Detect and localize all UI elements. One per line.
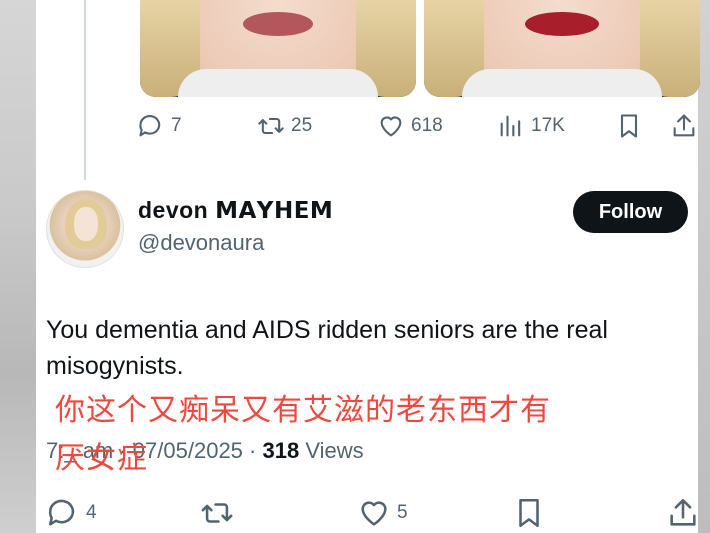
like-count: 618 <box>411 115 443 136</box>
bookmark-button[interactable] <box>615 112 643 140</box>
media-image-2[interactable] <box>424 0 700 97</box>
retweet-icon <box>201 503 233 523</box>
heart-icon <box>380 116 402 137</box>
views-button[interactable]: 17K <box>497 112 565 140</box>
previous-tweet-action-bar: 7 25 618 17K <box>0 108 710 148</box>
view-count: 17K <box>531 115 565 136</box>
reply-icon <box>48 499 75 526</box>
user-handle[interactable]: @devonaura <box>138 230 264 256</box>
translation-caption-line-1: 你这个又痴呆又有艾滋的老东西才有 <box>55 393 551 428</box>
share-icon <box>670 498 696 526</box>
share-button[interactable] <box>670 112 698 140</box>
share-button[interactable] <box>666 496 700 530</box>
blurred-background-left <box>0 0 38 533</box>
lips-shape <box>243 12 313 36</box>
bookmark-button[interactable] <box>512 496 546 530</box>
heart-icon <box>361 501 387 526</box>
media-image-1[interactable] <box>140 0 416 97</box>
retweet-button[interactable] <box>200 496 234 530</box>
retweet-icon <box>258 117 284 135</box>
reply-count: 7 <box>171 115 182 136</box>
follow-button[interactable]: Follow <box>573 191 688 233</box>
retweet-count: 25 <box>291 115 313 136</box>
reply-button[interactable]: 7 <box>137 112 182 140</box>
retweet-button[interactable]: 25 <box>257 112 312 140</box>
like-count: 5 <box>397 502 408 523</box>
collar-shape <box>462 69 662 97</box>
collar-shape <box>178 69 378 97</box>
avatar[interactable] <box>46 190 124 268</box>
reply-button[interactable]: 4 <box>46 496 97 530</box>
analytics-icon <box>500 115 521 137</box>
display-name[interactable]: devon 𝗠𝗔𝗬𝗛𝗘𝗠 <box>138 197 333 224</box>
tweet-text: You dementia and AIDS ridden seniors are… <box>46 316 608 380</box>
lips-shape <box>525 12 599 36</box>
thread-connector-line <box>84 0 86 180</box>
bookmark-icon <box>519 498 539 528</box>
like-button[interactable]: 618 <box>377 112 443 140</box>
translation-caption-line-2: 厌女症 <box>55 441 148 476</box>
avatar-face-shape <box>74 207 98 241</box>
share-icon <box>673 114 695 137</box>
reply-icon <box>139 115 161 137</box>
bookmark-icon <box>620 114 638 138</box>
like-button[interactable]: 5 <box>357 496 408 530</box>
reply-count: 4 <box>86 502 97 523</box>
tweet-action-bar: 4 5 <box>0 494 710 530</box>
